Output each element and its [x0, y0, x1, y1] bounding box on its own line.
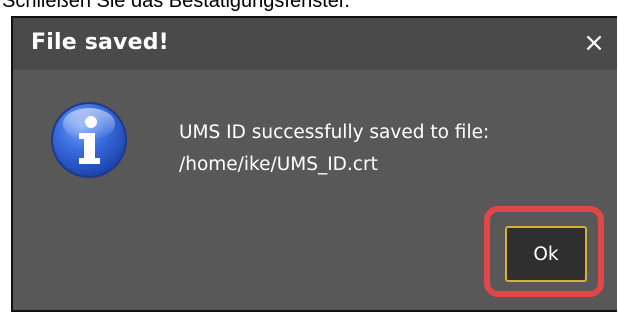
dialog-message: UMS ID successfully saved to file: /home…: [179, 117, 489, 181]
instruction-caption: Schließen Sie das Bestätigungsfenster.: [2, 0, 350, 12]
info-icon: [51, 102, 127, 178]
message-file-path: /home/ike/UMS_ID.crt: [179, 154, 378, 175]
dialog-title: File saved!: [31, 30, 169, 55]
message-line-1: UMS ID successfully saved to file:: [179, 122, 490, 143]
dialog-titlebar[interactable]: File saved! ×: [13, 18, 617, 70]
ok-button[interactable]: Ok: [505, 226, 587, 282]
file-saved-dialog: File saved! × UMS ID successfully saved …: [11, 16, 617, 312]
screenshot-page: Schließen Sie das Bestätigungsfenster. F…: [0, 0, 619, 322]
close-icon[interactable]: ×: [579, 28, 609, 58]
